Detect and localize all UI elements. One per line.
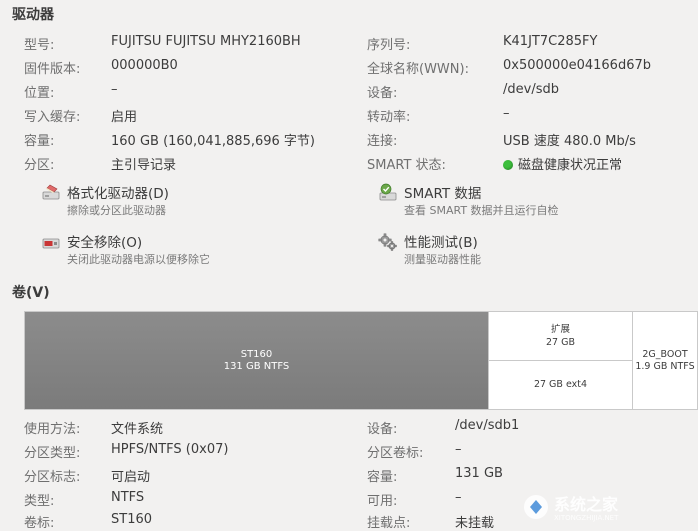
format-drive-title: 格式化驱动器(D) <box>67 186 169 202</box>
smart-data-button[interactable]: SMART 数据 查看 SMART 数据并且运行自检 <box>378 182 638 222</box>
partition-type-value: HPFS/NTFS (0x07) <box>111 442 229 457</box>
model-value: FUJITSU FUJITSU MHY2160BH <box>111 34 301 49</box>
mount-point-value: 未挂载 <box>455 516 495 531</box>
volume-block-st160[interactable]: ST160 131 GB NTFS <box>25 312 488 409</box>
smart-data-subtitle: 查看 SMART 数据并且运行自检 <box>404 204 559 217</box>
benchmark-title: 性能测试(B) <box>404 235 478 251</box>
boot-detail: 1.9 GB NTFS <box>635 360 695 372</box>
status-ok-dot-icon <box>503 160 513 170</box>
drive-section-title: 驱动器 <box>12 7 54 23</box>
smart-data-title: SMART 数据 <box>404 186 482 202</box>
model-label: 型号: <box>24 38 55 53</box>
usage-label: 使用方法: <box>24 422 81 437</box>
partition-type-label: 分区类型: <box>24 446 81 461</box>
usage-value: 文件系统 <box>111 422 164 437</box>
extended-partition-header[interactable]: 扩展 27 GB <box>489 312 632 361</box>
partition-label-value: – <box>455 442 462 457</box>
rotation-rate-label: 转动率: <box>367 110 411 125</box>
write-cache-label: 写入缓存: <box>24 110 81 125</box>
volume-block-ext4[interactable]: 27 GB ext4 <box>489 360 632 409</box>
partitioning-value: 主引导记录 <box>111 158 177 173</box>
available-label: 可用: <box>367 494 398 509</box>
connection-value: USB 速度 480.0 Mb/s <box>503 134 636 149</box>
safe-remove-button[interactable]: 安全移除(O) 关闭此驱动器电源以便移除它 <box>41 231 281 271</box>
wwn-value: 0x500000e04166d67b <box>503 58 651 73</box>
smart-data-icon <box>379 183 397 201</box>
mount-point-label: 挂载点: <box>367 516 411 531</box>
fs-type-label: 类型: <box>24 494 55 509</box>
volume-detail: 131 GB NTFS <box>223 360 290 372</box>
boot-name: 2G_BOOT <box>642 348 688 360</box>
volume-label-value: ST160 <box>111 512 153 527</box>
smart-status-text: 磁盘健康状况正常 <box>518 158 623 173</box>
volume-block-extended: 扩展 27 GB 27 GB ext4 <box>488 312 632 409</box>
location-label: 位置: <box>24 86 55 101</box>
capacity-value: 160 GB (160,041,885,696 字节) <box>111 134 315 149</box>
partition-flags-value: 可启动 <box>111 470 151 485</box>
partition-flags-label: 分区标志: <box>24 470 81 485</box>
location-value: – <box>111 82 118 97</box>
rotation-rate-value: – <box>503 106 510 121</box>
format-drive-button[interactable]: 格式化驱动器(D) 擦除或分区此驱动器 <box>41 182 281 222</box>
benchmark-subtitle: 测量驱动器性能 <box>404 253 481 266</box>
watermark-url: XITONGZHIJIA.NET <box>554 514 619 522</box>
fs-type-value: NTFS <box>111 490 145 505</box>
firmware-label: 固件版本: <box>24 62 81 77</box>
benchmark-gears-icon <box>378 233 397 251</box>
ext4-detail: 27 GB ext4 <box>533 379 588 390</box>
smart-status-label: SMART 状态: <box>367 158 446 173</box>
watermark-graphic: 系统之家 XITONGZHIJIA.NET <box>524 495 619 522</box>
partition-label-label: 分区卷标: <box>367 446 424 461</box>
partitioning-label: 分区: <box>24 158 55 173</box>
smart-status-value: 磁盘健康状况正常 <box>503 154 622 173</box>
wwn-label: 全球名称(WWN): <box>367 62 469 77</box>
vol-device-value: /dev/sdb1 <box>455 418 520 433</box>
serial-label: 序列号: <box>367 38 411 53</box>
format-drive-icon <box>42 184 60 200</box>
write-cache-value: 启用 <box>111 110 138 125</box>
format-drive-subtitle: 擦除或分区此驱动器 <box>67 204 166 217</box>
watermark-text: 系统之家 <box>554 495 619 514</box>
volume-block-2g-boot[interactable]: 2G_BOOT 1.9 GB NTFS <box>632 312 697 409</box>
vol-size-value: 131 GB <box>455 466 503 481</box>
volume-map: ST160 131 GB NTFS 扩展 27 GB 27 GB ext4 2G… <box>24 311 698 410</box>
volumes-section-title: 卷(V) <box>12 285 50 301</box>
capacity-label: 容量: <box>24 134 55 149</box>
available-value: – <box>455 490 462 505</box>
device-label: 设备: <box>367 86 398 101</box>
safe-remove-title: 安全移除(O) <box>67 235 143 251</box>
safe-remove-subtitle: 关闭此驱动器电源以便移除它 <box>67 253 210 266</box>
benchmark-button[interactable]: 性能测试(B) 测量驱动器性能 <box>378 231 638 271</box>
vol-device-label: 设备: <box>367 422 398 437</box>
extended-name: 扩展 <box>550 324 570 335</box>
vol-size-label: 容量: <box>367 470 398 485</box>
volume-label-label: 卷标: <box>24 516 55 531</box>
volume-name: ST160 <box>240 348 273 360</box>
serial-value: K41JT7C285FY <box>503 34 598 49</box>
device-value: /dev/sdb <box>503 82 559 97</box>
firmware-value: 000000B0 <box>111 58 178 73</box>
connection-label: 连接: <box>367 134 398 149</box>
watermark-logo: 系统之家 XITONGZHIJIA.NET <box>522 492 692 522</box>
extended-size: 27 GB <box>546 337 575 348</box>
safe-remove-icon <box>42 238 60 249</box>
